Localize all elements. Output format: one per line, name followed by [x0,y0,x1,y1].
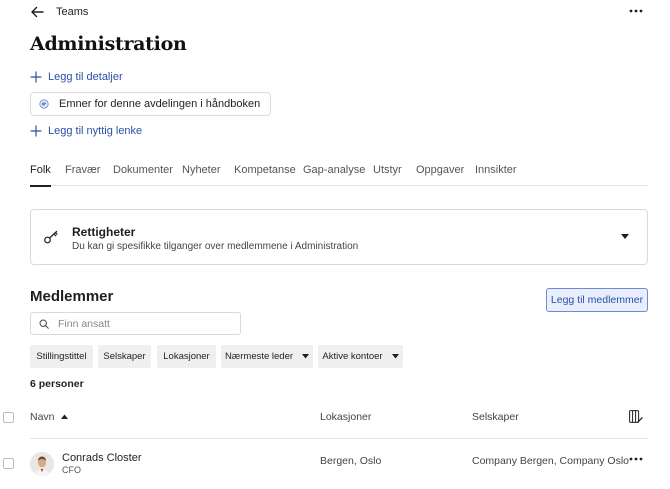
person-companies: Company Bergen, Company Oslo [472,455,629,467]
chevron-down-icon[interactable] [621,234,629,240]
filter-active-accounts-label: Aktive kontoer [322,351,383,362]
handbook-topics-label: Emner for denne avdelingen i håndboken [59,98,261,110]
handbook-icon [39,99,49,109]
tab-utstyr[interactable]: Utstyr [373,164,402,186]
tab-folk[interactable]: Folk [30,164,51,187]
person-name[interactable]: Conrads Closter [62,452,141,464]
plus-icon [30,71,42,83]
search-icon [39,319,49,329]
more-horizontal-icon[interactable] [627,453,645,465]
tab-fravaer[interactable]: Fravær [65,164,100,186]
column-header-companies[interactable]: Selskaper [472,411,519,423]
filter-locations-label: Lokasjoner [163,351,210,362]
tab-kompetanse[interactable]: Kompetanse [234,164,296,186]
page-title: Administration [30,33,187,55]
add-details-link[interactable]: Legg til detaljer [30,71,123,83]
more-horizontal-icon[interactable] [627,4,645,18]
person-job-title: CFO [62,465,81,475]
tab-gap-analyse[interactable]: Gap-analyse [303,164,365,186]
key-icon [44,230,58,244]
rights-description: Du kan gi spesifikke tilganger over medl… [72,241,359,252]
filter-locations[interactable]: Lokasjoner [157,345,216,368]
rights-card[interactable]: Rettigheter Du kan gi spesifikke tilgang… [30,209,648,265]
add-useful-link[interactable]: Legg til nyttig lenke [30,125,142,137]
avatar [30,452,54,476]
arrow-left-icon[interactable] [30,5,44,19]
plus-icon [30,125,42,137]
top-bar: Teams [0,0,670,26]
filter-job-title-label: Stillingstittel [36,351,87,362]
select-all-checkbox[interactable] [3,412,14,423]
filter-manager[interactable]: Nærmeste leder [221,345,313,368]
add-useful-link-label: Legg til nyttig lenke [48,125,143,137]
add-members-button[interactable]: Legg til medlemmer [546,288,648,312]
chevron-down-icon [302,354,310,359]
column-header-locations[interactable]: Lokasjoner [320,411,371,423]
search-input[interactable] [58,316,236,332]
add-details-label: Legg til detaljer [48,71,123,83]
breadcrumb[interactable]: Teams [56,6,88,18]
filter-active-accounts[interactable]: Aktive kontoer [318,345,403,368]
filter-job-title[interactable]: Stillingstittel [30,345,93,368]
tab-bar: Folk Fravær Dokumenter Nyheter Kompetans… [30,164,648,187]
chevron-down-icon [391,354,399,359]
rights-title: Rettigheter [72,225,136,239]
member-count: 6 personer [30,378,84,390]
table-header-divider [30,438,648,439]
filter-companies[interactable]: Selskaper [98,345,151,368]
column-header-name[interactable]: Navn [30,411,55,423]
avatar-image [30,452,54,476]
handbook-topics-chip[interactable]: Emner for denne avdelingen i håndboken [30,92,272,116]
employee-search[interactable] [30,312,241,335]
tab-dokumenter[interactable]: Dokumenter [113,164,173,186]
column-settings-icon[interactable] [629,410,643,423]
sort-ascending-icon[interactable] [61,414,68,419]
row-checkbox[interactable] [3,458,14,469]
filter-companies-label: Selskaper [103,351,146,362]
tab-innsikter[interactable]: Innsikter [475,164,517,186]
person-location: Bergen, Oslo [320,455,382,467]
tab-oppgaver[interactable]: Oppgaver [416,164,464,186]
tab-nyheter[interactable]: Nyheter [182,164,221,186]
filter-manager-label: Nærmeste leder [224,351,294,362]
members-title: Medlemmer [30,288,114,305]
